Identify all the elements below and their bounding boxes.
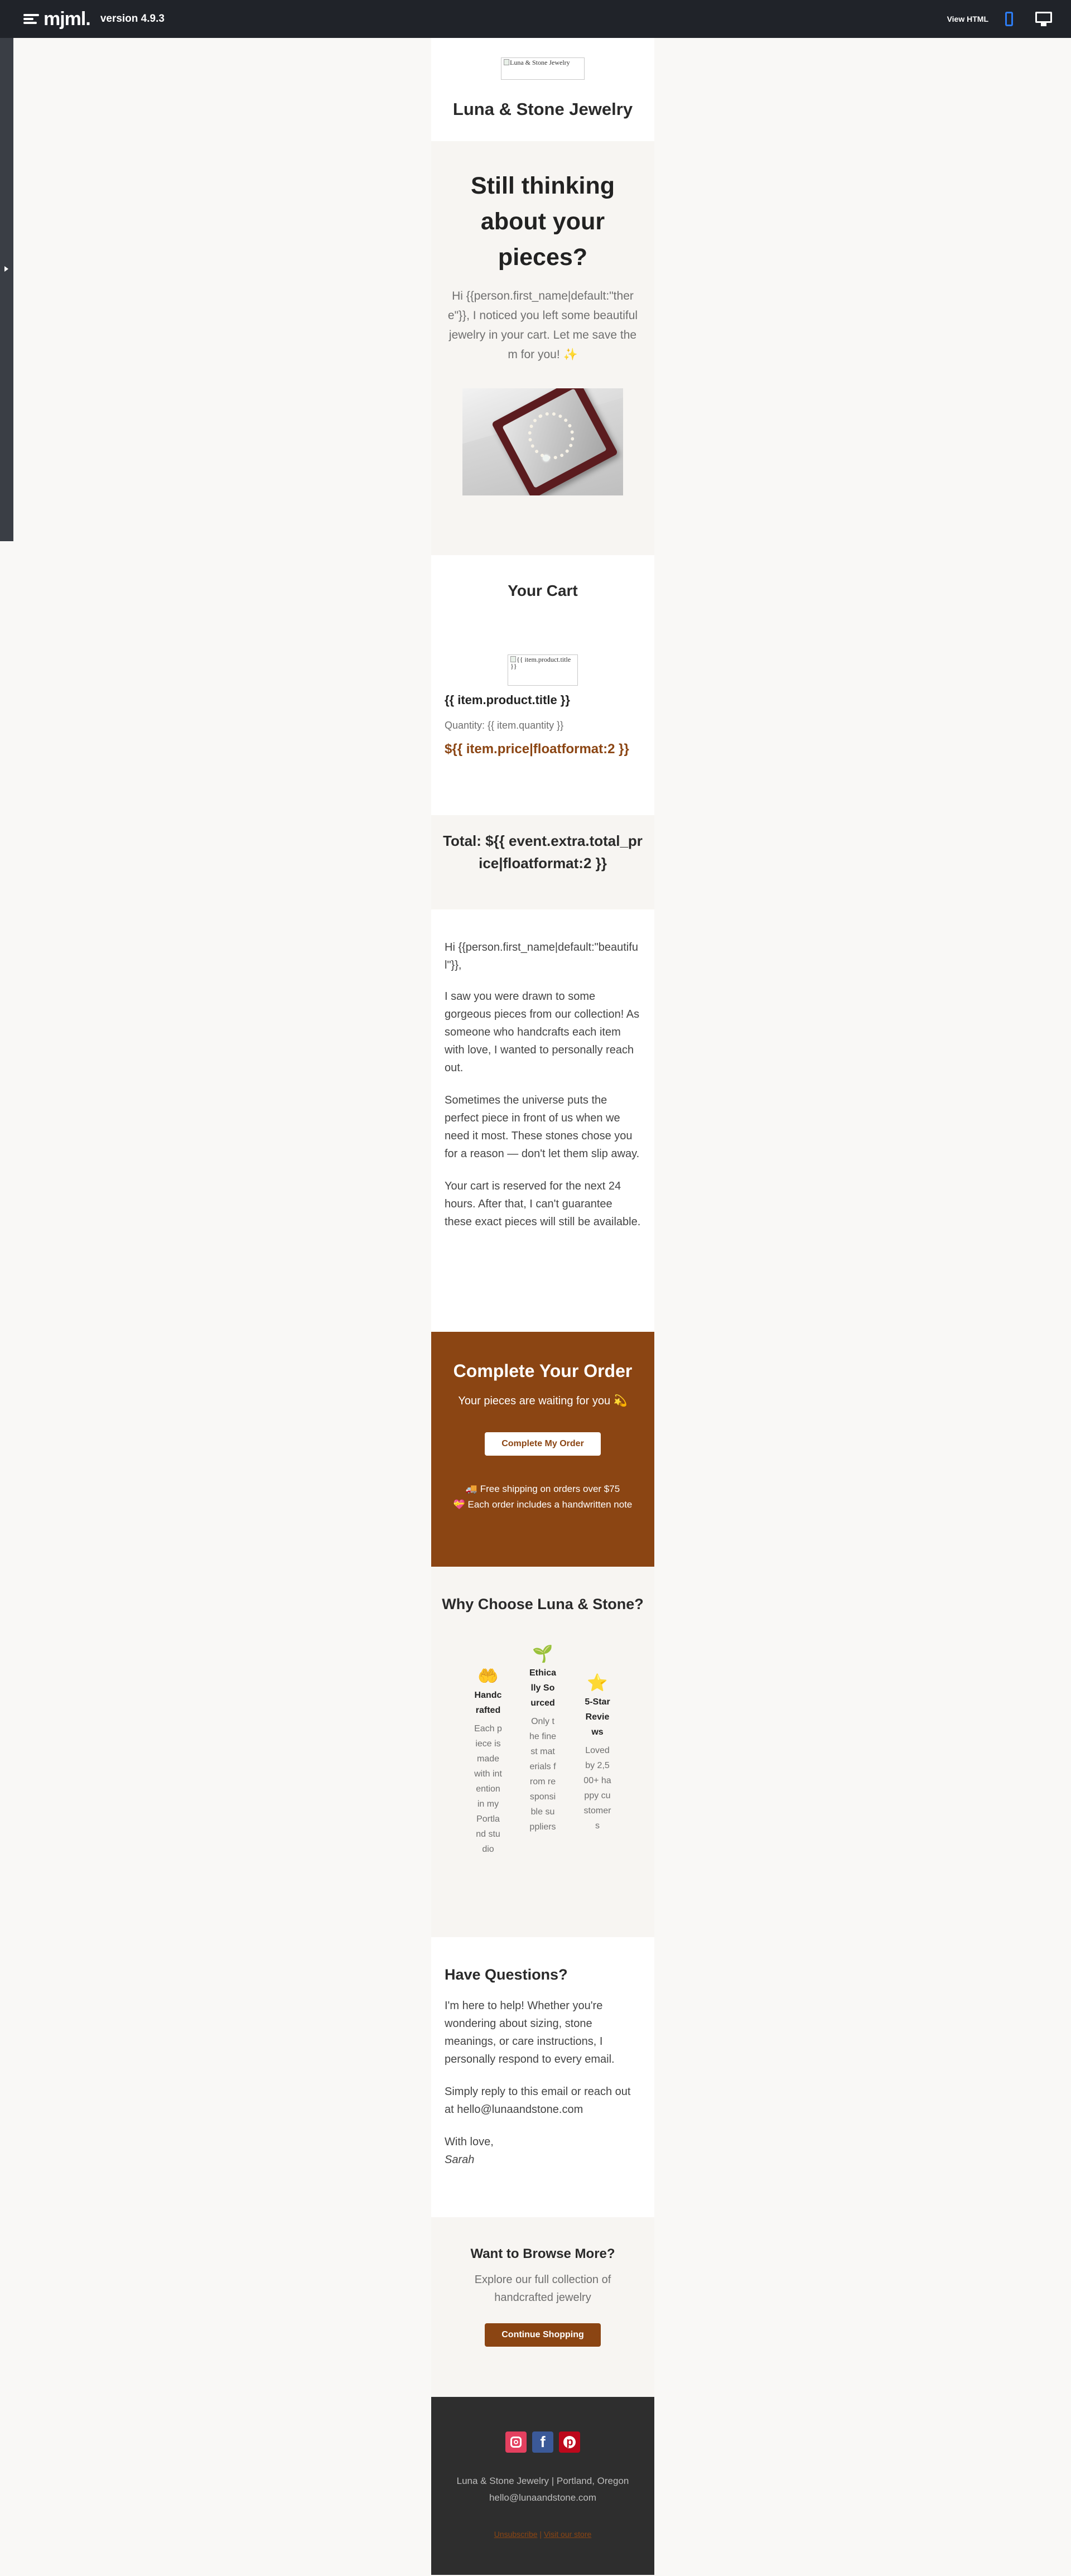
chevron-right-icon[interactable] xyxy=(4,266,8,272)
handcrafted-icon: 🤲 xyxy=(477,1667,499,1686)
pinterest-icon[interactable]: p xyxy=(559,2431,581,2453)
view-html-button[interactable]: View HTML xyxy=(947,15,988,23)
cart-total-section: Total: ${{ event.extra.total_price|float… xyxy=(431,815,654,909)
footer-address: Luna & Stone Jewelry | Portland, Oregon xyxy=(456,2476,629,2486)
cta-perk-note: 💝 Each order includes a handwritten note xyxy=(453,1499,633,1510)
feature-handcrafted: 🤲 Handcrafted Each piece is made with in… xyxy=(463,1665,513,1857)
hero-text: Hi {{person.first_name|default:"there"}}… xyxy=(447,290,638,361)
version-label: version 4.9.3 xyxy=(100,13,165,25)
signoff: With love, xyxy=(445,2136,494,2148)
footer-link-separator: | xyxy=(537,2530,544,2539)
cta-title: Complete Your Order xyxy=(453,1361,633,1381)
letter-paragraph-3: Your cart is reserved for the next 24 ho… xyxy=(445,1180,641,1228)
hero-necklace-image xyxy=(462,388,623,495)
cart-section: Your Cart {{ item.product.title }} {{ it… xyxy=(431,555,654,815)
footer-email[interactable]: hello@lunaandstone.com xyxy=(442,2490,643,2506)
cta-subtitle: Your pieces are waiting for you 💫 xyxy=(458,1395,628,1407)
cart-total: Total: ${{ event.extra.total_price|float… xyxy=(443,832,643,871)
editor-sidebar xyxy=(0,38,13,541)
mobile-preview-icon[interactable] xyxy=(1005,12,1013,26)
feature-reviews: ⭐ 5-Star Reviews Loved by 2,500+ happy c… xyxy=(572,1672,623,1833)
brand-name: Luna & Stone Jewelry xyxy=(452,99,633,119)
letter-paragraph-1: I saw you were drawn to some gorgeous pi… xyxy=(445,990,640,1074)
browse-text: Explore our full collection of handcraft… xyxy=(474,2274,611,2304)
why-title: Why Choose Luna & Stone? xyxy=(442,1596,644,1612)
questions-paragraph-1: I'm here to help! Whether you're wonderi… xyxy=(445,2000,615,2065)
social-links: f p xyxy=(442,2431,643,2453)
unsubscribe-link[interactable]: Unsubscribe xyxy=(494,2530,538,2539)
mjml-logo-icon xyxy=(23,13,39,25)
mjml-logo[interactable]: mjml. version 4.9.3 xyxy=(23,8,165,30)
facebook-icon[interactable]: f xyxy=(532,2431,553,2453)
cart-quantity: Quantity: {{ item.quantity }} xyxy=(445,720,564,731)
hero-title: Still thinking about your pieces? xyxy=(471,172,615,271)
cta-section: Complete Your Order Your pieces are wait… xyxy=(431,1332,654,1567)
desktop-preview-icon[interactable] xyxy=(1035,12,1052,26)
browse-section: Want to Browse More? Explore our full co… xyxy=(431,2217,654,2397)
sprout-icon: 🌱 xyxy=(532,1645,553,1663)
email-preview: Luna & Stone Jewelry Luna & Stone Jewelr… xyxy=(431,38,654,2575)
cart-title: Your Cart xyxy=(508,582,578,599)
personal-letter-section: Hi {{person.first_name|default:"beautifu… xyxy=(431,909,654,1332)
mjml-toolbar: mjml. version 4.9.3 View HTML xyxy=(0,0,1071,38)
questions-title: Have Questions? xyxy=(445,1966,568,1983)
browse-title: Want to Browse More? xyxy=(470,2246,615,2261)
why-choose-section: Why Choose Luna & Stone? 🤲 Handcrafted E… xyxy=(431,1567,654,1937)
feature-text: Only the finest materials from responsib… xyxy=(529,1717,557,1832)
hero-section: Still thinking about your pieces? Hi {{p… xyxy=(431,141,654,555)
feature-title: 5-Star Reviews xyxy=(585,1697,610,1737)
feature-title: Ethically Sourced xyxy=(529,1668,556,1708)
questions-paragraph-2: Simply reply to this email or reach out … xyxy=(445,2086,631,2116)
cart-product-title: {{ item.product.title }} xyxy=(445,693,570,707)
feature-title: Handcrafted xyxy=(474,1691,502,1715)
signature: Sarah xyxy=(445,2154,475,2166)
brand-logo-image: Luna & Stone Jewelry xyxy=(501,57,585,80)
questions-section: Have Questions? I'm here to help! Whethe… xyxy=(431,1937,654,2217)
feature-ethically-sourced: 🌱 Ethically Sourced Only the finest mate… xyxy=(518,1643,568,1835)
cta-perk-shipping: 🚚 Free shipping on orders over $75 xyxy=(465,1484,620,1494)
instagram-icon[interactable] xyxy=(505,2431,527,2453)
letter-paragraph-2: Sometimes the universe puts the perfect … xyxy=(445,1094,640,1160)
email-header: Luna & Stone Jewelry Luna & Stone Jewelr… xyxy=(431,38,654,141)
complete-order-button[interactable]: Complete My Order xyxy=(485,1432,601,1456)
feature-text: Loved by 2,500+ happy customers xyxy=(583,1746,611,1831)
cart-product-image: {{ item.product.title }} xyxy=(508,654,578,686)
mjml-logo-text: mjml. xyxy=(44,8,91,30)
cart-price: ${{ item.price|floatformat:2 }} xyxy=(445,741,629,757)
continue-shopping-button[interactable]: Continue Shopping xyxy=(485,2323,601,2347)
feature-text: Each piece is made with intention in my … xyxy=(474,1724,502,1854)
email-footer: f p Luna & Stone Jewelry | Portland, Ore… xyxy=(431,2397,654,2575)
letter-greeting: Hi {{person.first_name|default:"beautifu… xyxy=(445,941,638,971)
star-icon: ⭐ xyxy=(587,1674,608,1692)
visit-store-link[interactable]: Visit our store xyxy=(544,2530,591,2539)
